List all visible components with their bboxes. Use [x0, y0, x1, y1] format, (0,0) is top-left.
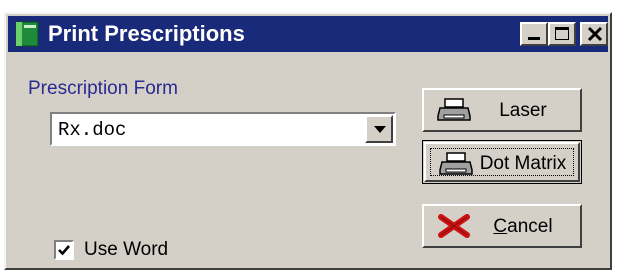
minimize-button[interactable]	[520, 22, 548, 46]
maximize-icon	[555, 27, 569, 40]
printer-icon	[437, 98, 471, 121]
print-prescriptions-dialog: Print Prescriptions Prescription Form Rx…	[4, 12, 612, 270]
cancel-accelerator: C	[493, 216, 508, 237]
use-word-label: Use Word	[84, 239, 169, 260]
prescription-form-label: Prescription Form	[28, 78, 178, 99]
minimize-icon	[528, 37, 540, 40]
app-book-icon	[15, 21, 39, 47]
window-title: Print Prescriptions	[48, 21, 245, 46]
cancel-label-rest: ancel	[507, 216, 553, 237]
title-bar[interactable]: Print Prescriptions	[8, 16, 608, 52]
maximize-button[interactable]	[548, 22, 576, 46]
laser-button[interactable]: Laser	[422, 88, 582, 132]
close-button[interactable]	[580, 22, 608, 46]
cancel-label: Cancel	[472, 216, 574, 238]
use-word-checkbox[interactable]	[54, 240, 74, 260]
printer-icon	[439, 152, 473, 175]
selected-form-value: Rx.doc	[58, 119, 127, 141]
dropdown-button[interactable]	[365, 115, 393, 143]
dot-matrix-label: Dot Matrix	[479, 153, 567, 174]
cancel-button[interactable]: Cancel	[422, 204, 582, 248]
checkmark-icon	[58, 245, 70, 256]
dot-matrix-button[interactable]: Dot Matrix	[422, 140, 582, 184]
prescription-form-select[interactable]: Rx.doc	[50, 112, 396, 146]
dot-matrix-button-face: Dot Matrix	[424, 142, 580, 182]
red-x-icon	[438, 214, 470, 238]
laser-label: Laser	[499, 100, 547, 121]
close-icon	[587, 26, 603, 42]
chevron-down-icon	[374, 126, 386, 133]
